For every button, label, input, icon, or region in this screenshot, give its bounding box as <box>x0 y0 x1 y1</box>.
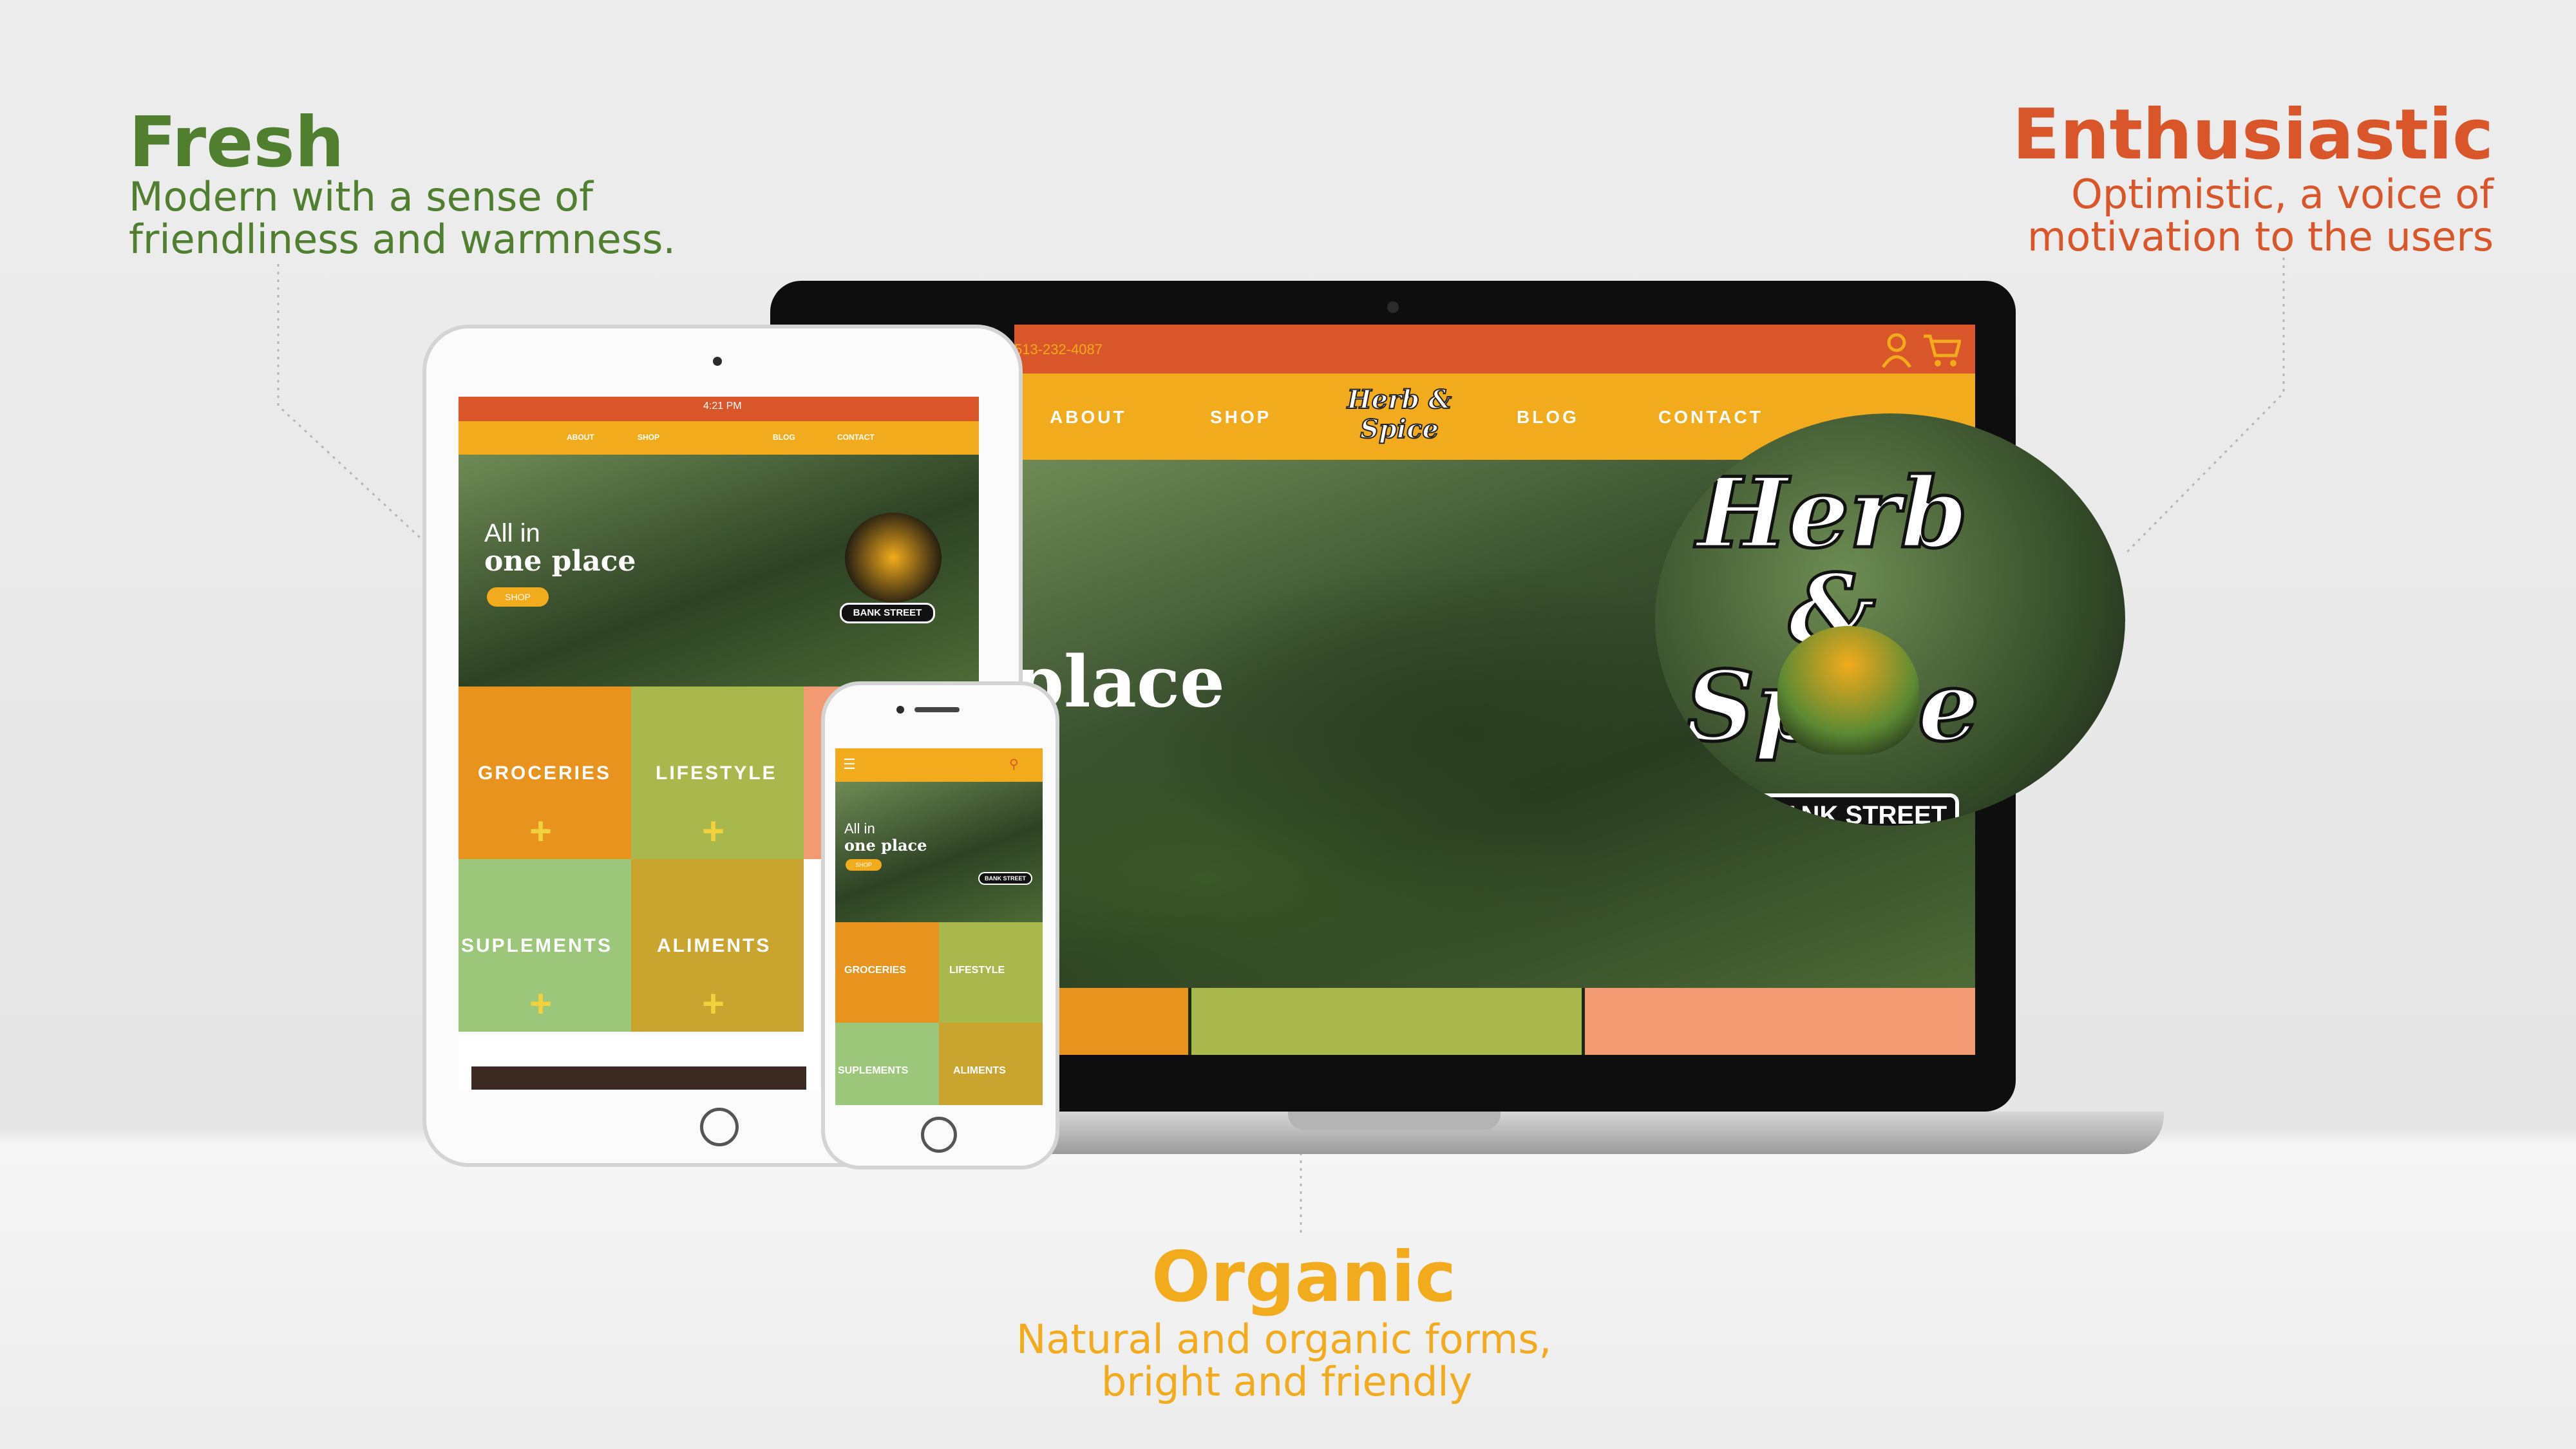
laptop-notch <box>1288 1112 1501 1130</box>
tablet-nav-contact[interactable]: CONTACT <box>837 433 875 442</box>
tablet-nav-shop[interactable]: SHOP <box>638 433 659 442</box>
user-icon[interactable]: ⚲ <box>1009 756 1019 772</box>
user-icon[interactable] <box>1880 331 1913 368</box>
plus-icon: + <box>529 982 553 1025</box>
nav-logo-line2: Spice <box>1359 414 1439 445</box>
tablet-shop-button[interactable]: SHOP <box>487 587 549 607</box>
zoom-logo-emblem <box>1777 626 1919 755</box>
tablet-camera <box>713 357 722 366</box>
tablet-tile-lifestyle-label: LIFESTYLE <box>656 762 777 784</box>
enthusiastic-line2: motivation to the users <box>2027 213 2494 260</box>
phone-hero-badge: BANK STREET <box>978 872 1032 885</box>
tablet-tile-aliments[interactable]: ALIMENTS + <box>631 859 804 1032</box>
tablet-tile-groceries[interactable]: GROCERIES + <box>459 687 631 859</box>
tablet-nav-blog[interactable]: BLOG <box>773 433 795 442</box>
phone-camera <box>896 706 904 714</box>
nav-logo-line1: Herb & <box>1347 384 1452 415</box>
desktop-top-bar: 513-232-4087 <box>1014 325 1975 374</box>
hamburger-icon[interactable]: ☰ <box>843 756 856 773</box>
fresh-title: Fresh <box>129 102 345 183</box>
laptop-camera <box>1387 301 1399 313</box>
phone-tile-groceries[interactable]: GROCERIES <box>835 922 939 1023</box>
desktop-nav-logo[interactable]: Herb & Spice <box>1341 384 1457 445</box>
organic-line2: bright and friendly <box>1101 1358 1473 1405</box>
nav-blog[interactable]: BLOG <box>1517 407 1579 428</box>
phone-nav-bar: ☰ ⚲ <box>835 748 1043 782</box>
tablet-nav-bar: ABOUT SHOP BLOG CONTACT <box>459 421 979 455</box>
desktop-tile-lifestyle[interactable] <box>1191 988 1582 1055</box>
tablet-tile-suplements-label: SUPLEMENTS <box>461 935 613 956</box>
enthusiastic-line1: Optimistic, a voice of <box>2071 171 2494 218</box>
tablet-footer-image <box>471 1066 806 1090</box>
enthusiastic-connector-line <box>2124 258 2285 555</box>
plus-icon: + <box>529 810 553 853</box>
phone-home-button[interactable] <box>921 1117 957 1153</box>
tablet-status-bar: 4:21 PM <box>459 397 979 421</box>
desktop-tile-suplements[interactable] <box>1585 988 1975 1055</box>
phone-tile-aliments[interactable]: ALIMENTS <box>939 1023 1043 1105</box>
tablet-tile-aliments-label: ALIMENTS <box>657 935 772 956</box>
tablet-tile-groceries-label: GROCERIES <box>478 762 612 784</box>
phone-hero: All in one place SHOP BANK STREET <box>835 782 1043 922</box>
nav-about[interactable]: ABOUT <box>1050 407 1127 428</box>
phone-speaker <box>914 707 960 712</box>
desktop-phone-number: 513-232-4087 <box>1014 341 1103 357</box>
phone-tile-lifestyle[interactable]: LIFESTYLE <box>939 922 1043 1023</box>
nav-contact[interactable]: CONTACT <box>1658 407 1763 428</box>
fresh-line1: Modern with a sense of <box>129 173 593 220</box>
tablet-tile-lifestyle[interactable]: LIFESTYLE + <box>631 687 804 859</box>
tablet-home-button[interactable] <box>700 1108 739 1146</box>
laptop-base <box>1005 1112 2164 1154</box>
tablet-hero-logo <box>845 513 942 603</box>
plus-icon: + <box>702 810 725 853</box>
phone-hero-line1: All in <box>844 820 875 837</box>
organic-line1: Natural and organic forms, <box>1016 1316 1552 1363</box>
phone-hero-line2: one place <box>844 836 927 855</box>
organic-title: Organic <box>1151 1237 1457 1318</box>
cart-icon[interactable] <box>1922 332 1961 368</box>
nav-shop[interactable]: SHOP <box>1210 407 1271 428</box>
zoom-logo-badge: BANK STREET <box>1752 793 1959 826</box>
phone-tile-suplements[interactable]: SUPLEMENTS <box>835 1023 939 1105</box>
tablet-hero-line1: All in <box>484 519 540 547</box>
phone-tile-lifestyle-label: LIFESTYLE <box>949 965 1005 976</box>
phone-tile-aliments-label: ALIMENTS <box>953 1065 1006 1076</box>
tablet-hero-badge: BANK STREET <box>840 603 935 623</box>
tablet-nav-about[interactable]: ABOUT <box>567 433 594 442</box>
enthusiastic-title: Enthusiastic <box>2012 95 2494 175</box>
phone-website: ☰ ⚲ All in one place SHOP BANK STREET GR… <box>835 748 1043 1105</box>
tablet-hero-line2: one place <box>484 545 636 578</box>
phone-shop-button[interactable]: SHOP <box>846 859 882 871</box>
phone-tile-groceries-label: GROCERIES <box>844 965 907 976</box>
fresh-line2: friendliness and warmness. <box>129 216 676 263</box>
tablet-tile-suplements[interactable]: SUPLEMENTS + <box>459 859 631 1032</box>
phone-tile-suplements-label: SUPLEMENTS <box>838 1065 909 1076</box>
tablet-hero: All in one place SHOP BANK STREET <box>459 455 979 687</box>
plus-icon: + <box>702 982 725 1025</box>
tablet-status-time: 4:21 PM <box>703 401 742 412</box>
logo-zoom-circle: Herb & Spice BANK STREET <box>1655 413 2125 826</box>
